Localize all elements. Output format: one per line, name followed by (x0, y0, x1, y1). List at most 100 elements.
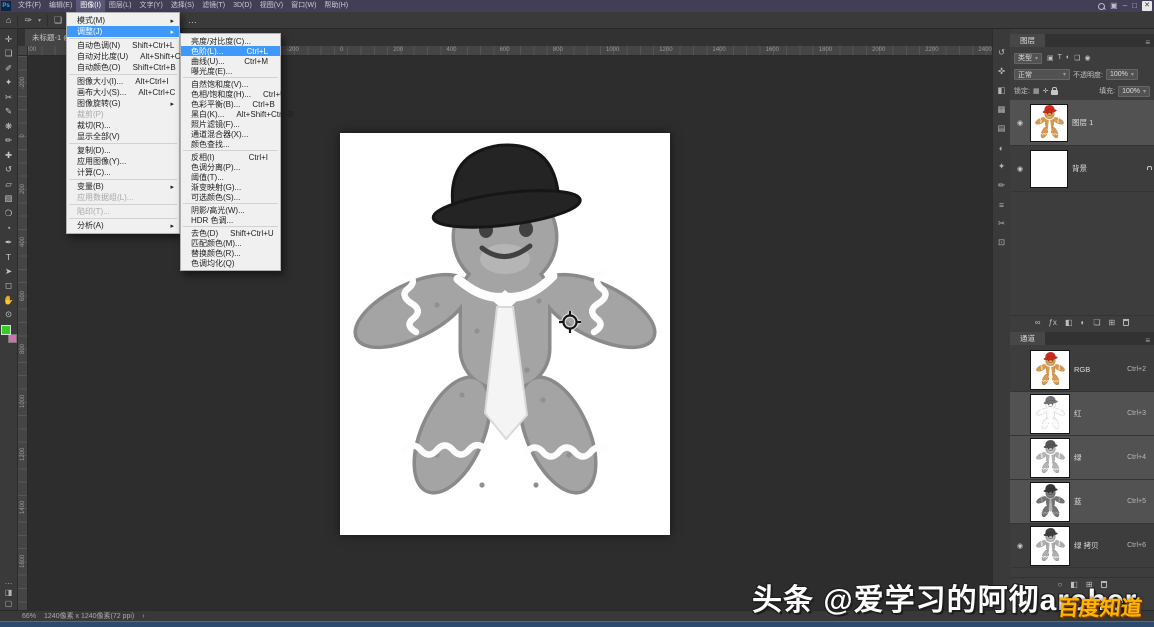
channel-thumbnail[interactable] (1030, 394, 1070, 434)
tool-options-icon[interactable]: ❏ (54, 13, 62, 28)
collapsed-panel-icon[interactable]: ✜ (993, 62, 1011, 81)
layer-filter-icon[interactable]: ◉ (1084, 54, 1090, 62)
layers-bottom-icon[interactable]: ƒx (1048, 318, 1056, 327)
menu-bar-item[interactable]: 视图(V) (256, 0, 287, 12)
channel-name[interactable]: RGB (1074, 365, 1090, 374)
background-color-swatch[interactable] (8, 334, 17, 343)
canvas[interactable] (340, 133, 670, 535)
workspace-icon[interactable]: ▣ (1110, 1, 1118, 11)
layers-bottom-icon[interactable]: ◐ (1081, 318, 1086, 327)
minimize-icon[interactable]: – (1123, 1, 1127, 11)
channel-row[interactable]: 蓝 Ctrl+5 (1010, 480, 1154, 524)
collapsed-panel-icon[interactable]: ≡ (993, 195, 1011, 214)
layer-row[interactable]: ◉ 图层 1 (1010, 100, 1154, 146)
current-tool-icon[interactable]: ✑ (24, 13, 32, 28)
status-chevron-icon[interactable]: › (142, 613, 144, 620)
layers-bottom-icon[interactable]: ∞ (1035, 318, 1041, 327)
collapsed-panel-icon[interactable]: ↺ (993, 43, 1011, 62)
menu-item[interactable]: 复制(D)... (67, 145, 179, 156)
collapsed-panel-icon[interactable]: ✂ (993, 214, 1011, 233)
menu-item[interactable]: 分析(A) ▸ (67, 220, 179, 231)
tool-button[interactable]: ◻ (0, 279, 18, 294)
menu-bar-item[interactable]: 3D(D) (229, 0, 256, 12)
toolbar-bottom-icon[interactable]: ◨ (5, 588, 13, 597)
lock-all-icon[interactable] (1051, 90, 1058, 95)
tool-button[interactable]: ◔ (0, 221, 18, 236)
menu-item[interactable]: 裁剪(P) (67, 109, 179, 120)
menu-item[interactable]: 图像旋转(G) ▸ (67, 98, 179, 109)
tool-preset-caret-icon[interactable]: ▾ (38, 17, 41, 24)
submenu-item[interactable]: 去色(D) Shift+Ctrl+U (181, 228, 280, 238)
channel-row[interactable]: ◉ 绿 拷贝 Ctrl+6 (1010, 524, 1154, 568)
channel-thumbnail[interactable] (1030, 482, 1070, 522)
menu-item[interactable]: 计算(C)... (67, 167, 179, 178)
submenu-item[interactable]: HDR 色调... (181, 215, 280, 225)
tool-button[interactable]: ↺ (0, 163, 18, 178)
layer-name[interactable]: 背景 (1072, 163, 1087, 174)
menu-item[interactable]: 裁切(R)... (67, 120, 179, 131)
tool-button[interactable]: ✚ (0, 148, 18, 163)
menu-item[interactable]: 图像大小(I)... Alt+Ctrl+I (67, 76, 179, 87)
eye-icon[interactable]: ◉ (1014, 119, 1026, 127)
fill-field[interactable]: 100%▾ (1118, 86, 1150, 97)
submenu-item[interactable]: 匹配颜色(M)... (181, 238, 280, 248)
layers-bottom-icon[interactable]: ⊞ (1109, 318, 1116, 327)
menu-item[interactable]: 陷印(T)... (67, 206, 179, 217)
tool-button[interactable]: ✦ (0, 76, 18, 91)
channel-row[interactable]: 红 Ctrl+3 (1010, 392, 1154, 436)
tool-button[interactable]: ✋ (0, 293, 18, 308)
layer-thumbnail[interactable] (1030, 104, 1068, 142)
tool-options-icon[interactable]: … (188, 13, 197, 28)
tool-button[interactable]: ▱ (0, 177, 18, 192)
tool-button[interactable]: ✎ (0, 105, 18, 120)
menu-item[interactable]: 模式(M) ▸ (67, 15, 179, 26)
tool-button[interactable]: ✒ (0, 235, 18, 250)
submenu-item[interactable]: 反相(I) Ctrl+I (181, 152, 280, 162)
menu-bar-item[interactable]: 图层(L) (105, 0, 136, 12)
ruler-origin-box[interactable] (18, 46, 28, 56)
opacity-field[interactable]: 100%▾ (1106, 69, 1138, 80)
tool-button[interactable]: ➤ (0, 264, 18, 279)
eye-icon[interactable]: ◉ (1014, 165, 1026, 173)
channel-thumbnail[interactable] (1030, 526, 1070, 566)
submenu-item[interactable]: 曲线(U)... Ctrl+M (181, 56, 280, 66)
menu-item[interactable]: 自动颜色(O) Shift+Ctrl+B (67, 62, 179, 73)
submenu-item[interactable]: 通道混合器(X)... (181, 129, 280, 139)
tool-button[interactable]: ✐ (0, 61, 18, 76)
tab-channels[interactable]: 通道 (1010, 332, 1045, 345)
submenu-item[interactable]: 阴影/高光(W)... (181, 205, 280, 215)
menu-item[interactable]: 应用数据组(L)... (67, 192, 179, 203)
tool-button[interactable]: ✂ (0, 90, 18, 105)
menu-item[interactable]: 画布大小(S)... Alt+Ctrl+C (67, 87, 179, 98)
collapsed-panel-icon[interactable]: ▤ (993, 119, 1011, 138)
tool-button[interactable]: ▨ (0, 192, 18, 207)
restore-icon[interactable]: □ (1132, 1, 1137, 11)
submenu-item[interactable]: 色相/饱和度(H)... Ctrl+U (181, 89, 280, 99)
submenu-item[interactable]: 阈值(T)... (181, 172, 280, 182)
tool-button[interactable]: ⊙ (0, 308, 18, 323)
tab-layers[interactable]: 图层 (1010, 34, 1045, 47)
blend-mode-dropdown[interactable]: 正常▾ (1014, 69, 1070, 80)
collapsed-panel-icon[interactable]: ⊡ (993, 233, 1011, 252)
submenu-item[interactable]: 照片滤镜(F)... (181, 119, 280, 129)
menu-item[interactable]: 应用图像(Y)... (67, 156, 179, 167)
home-icon[interactable]: ⌂ (6, 13, 11, 28)
collapsed-panel-icon[interactable]: ◧ (993, 81, 1011, 100)
layer-name[interactable]: 图层 1 (1072, 117, 1093, 128)
vertical-ruler[interactable]: -20002004006008001000120014001600 (18, 56, 28, 612)
layer-filter-icon[interactable]: ▣ (1047, 54, 1054, 62)
collapsed-panel-icon[interactable]: ▦ (993, 100, 1011, 119)
submenu-item[interactable]: 渐变映射(G)... (181, 182, 280, 192)
tool-button[interactable]: ✏ (0, 134, 18, 149)
toolbar-bottom-icon[interactable]: … (5, 577, 13, 586)
channel-name[interactable]: 蓝 (1074, 496, 1082, 507)
menu-bar-item[interactable]: 窗口(W) (287, 0, 320, 12)
layer-thumbnail[interactable] (1030, 150, 1068, 188)
collapsed-panel-icon[interactable]: ✏ (993, 176, 1011, 195)
menu-bar-item[interactable]: 选择(S) (167, 0, 198, 12)
submenu-item[interactable]: 色调均化(Q) (181, 258, 280, 268)
submenu-item[interactable]: 色彩平衡(B)... Ctrl+B (181, 99, 280, 109)
channel-name[interactable]: 红 (1074, 408, 1082, 419)
tool-button[interactable]: ❏ (0, 47, 18, 62)
menu-item[interactable]: 自动色调(N) Shift+Ctrl+L (67, 40, 179, 51)
